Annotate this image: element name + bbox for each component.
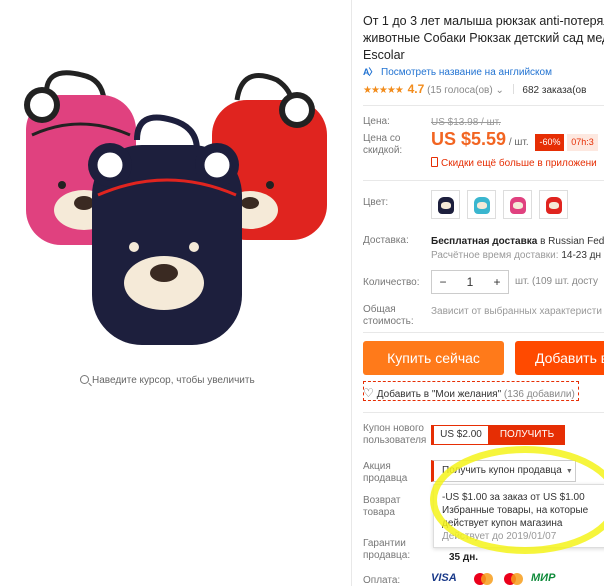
- color-swatch-red[interactable]: [539, 190, 568, 219]
- payment-methods: VISA МИР: [431, 572, 561, 586]
- vertical-divider: [351, 0, 352, 586]
- translate-icon: A〉: [363, 67, 378, 77]
- seller-promo-label: Акция продавца: [363, 461, 408, 484]
- separator: [512, 84, 514, 94]
- mastercard-icon: [471, 572, 497, 586]
- popup-expiry: Действует до 2019/01/07: [442, 531, 557, 542]
- magnifier-icon: [80, 375, 89, 384]
- product-gallery: Наведите курсор, чтобы увеличить: [0, 0, 350, 586]
- guarantee-label: Гарантии продавца:: [363, 538, 411, 561]
- quantity-stepper: − 1 +: [431, 270, 509, 294]
- chevron-down-icon[interactable]: ⌄: [495, 85, 503, 96]
- shipping-label: Доставка:: [363, 235, 409, 246]
- discount-price-row: US $5.59 / шт. -60% 07h:3: [431, 130, 598, 151]
- orders-count: 682 заказа(ов: [522, 85, 587, 96]
- product-image[interactable]: [12, 55, 342, 355]
- mir-icon: МИР: [531, 572, 556, 584]
- heart-icon: ♡: [363, 386, 374, 400]
- price-label: Цена:: [363, 116, 390, 127]
- color-label: Цвет:: [363, 197, 389, 208]
- new-price: US $5.59: [431, 129, 507, 149]
- app-discount-link[interactable]: Скидки ещё больше в приложени: [431, 157, 597, 170]
- wishlist-count: (136 добавили): [503, 389, 575, 400]
- product-title: От 1 до 3 лет малыша рюкзак anti-потерял…: [363, 14, 604, 62]
- divider: [363, 332, 604, 333]
- new-user-coupon: US $2.00 ПОЛУЧИТЬ: [431, 425, 565, 445]
- divider: [363, 105, 604, 106]
- rating-row: ★★★★★ 4.7 (15 голоса(ов) ⌄ 682 заказа(ов: [363, 82, 604, 96]
- caret-down-icon: ▼: [565, 468, 573, 475]
- seller-coupon-popup: -US $1.00 за заказ от US $1.00 Избранные…: [433, 484, 604, 548]
- payment-label: Оплата:: [363, 575, 401, 586]
- color-swatches: [431, 190, 568, 219]
- quantity-input[interactable]: 1: [454, 275, 486, 289]
- quantity-increase-button[interactable]: +: [486, 275, 508, 289]
- returns-label: Возврат товара: [363, 495, 401, 518]
- get-coupon-button[interactable]: ПОЛУЧИТЬ: [489, 425, 565, 445]
- add-to-wishlist-link[interactable]: ♡ Добавить в "Мои желания" (136 добавили): [363, 386, 575, 400]
- quantity-decrease-button[interactable]: −: [432, 275, 454, 289]
- old-price: US $13.98 / шт.: [431, 117, 501, 128]
- quantity-available: шт. (109 шт. досту: [515, 276, 598, 287]
- total-label: Общая стоимость:: [363, 304, 414, 327]
- divider: [363, 180, 604, 181]
- total-value: Зависит от выбранных характеристи: [431, 306, 602, 317]
- delivery-estimate: Расчётное время доставки: 14-23 дн: [431, 250, 602, 261]
- visa-icon: VISA: [431, 572, 457, 584]
- quantity-label: Количество:: [363, 277, 420, 288]
- maestro-icon: [501, 572, 527, 586]
- zoom-hint: Наведите курсор, чтобы увеличить: [80, 374, 255, 386]
- discount-badge: -60%: [535, 134, 565, 151]
- popup-coupon-terms[interactable]: -US $1.00 за заказ от US $1.00: [442, 491, 604, 504]
- buy-now-button[interactable]: Купить сейчас: [363, 341, 504, 375]
- rating-score: 4.7: [407, 82, 425, 96]
- new-user-coupon-label: Купон нового пользователя: [363, 423, 427, 446]
- divider: [363, 412, 604, 413]
- product-info: От 1 до 3 лет малыша рюкзак anti-потерял…: [363, 0, 604, 586]
- guarantee-days: 35 дн.: [449, 552, 479, 563]
- mobile-phone-icon: [431, 157, 438, 167]
- shipping-method[interactable]: Бесплатная доставка в Russian Fede: [431, 235, 604, 248]
- rating-stars-icon: ★★★★★: [363, 85, 404, 96]
- add-to-cart-button[interactable]: Добавить в: [515, 341, 604, 375]
- price-unit: / шт.: [508, 137, 529, 148]
- votes-link[interactable]: (15 голоса(ов): [427, 85, 493, 96]
- countdown-timer: 07h:3: [567, 134, 598, 151]
- navy-backpack: [88, 114, 242, 345]
- get-seller-coupon-dropdown[interactable]: Получить купон продавца ▼: [431, 460, 576, 482]
- discount-price-label: Цена со скидкой:: [363, 133, 403, 156]
- color-swatch-pink[interactable]: [503, 190, 532, 219]
- translate-title-link[interactable]: A〉 Посмотреть название на английском: [363, 65, 552, 78]
- coupon-amount: US $2.00: [431, 425, 489, 445]
- color-swatch-teal[interactable]: [467, 190, 496, 219]
- color-swatch-navy[interactable]: [431, 190, 460, 219]
